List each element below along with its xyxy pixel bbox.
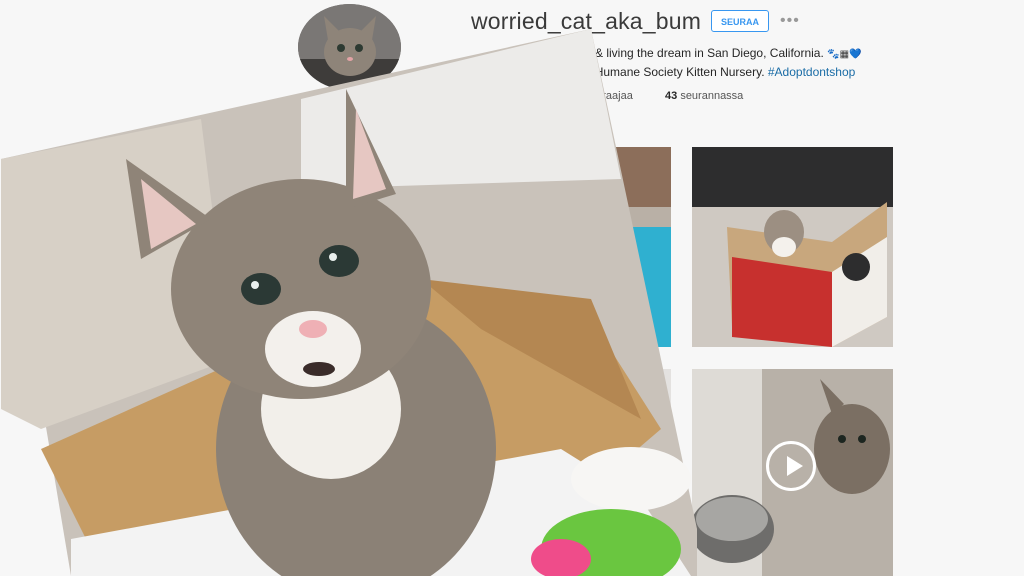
- play-icon[interactable]: [766, 441, 816, 491]
- more-options-icon[interactable]: •••: [780, 12, 800, 30]
- hashtag-link[interactable]: #Adoptdontshop: [768, 65, 855, 79]
- follow-button[interactable]: SEURAA: [711, 10, 769, 32]
- bio-emoji: 🐾▦💙: [827, 49, 862, 60]
- grid-post-tile-box-cat[interactable]: [692, 147, 893, 347]
- featured-kitten-photo: [1, 29, 697, 576]
